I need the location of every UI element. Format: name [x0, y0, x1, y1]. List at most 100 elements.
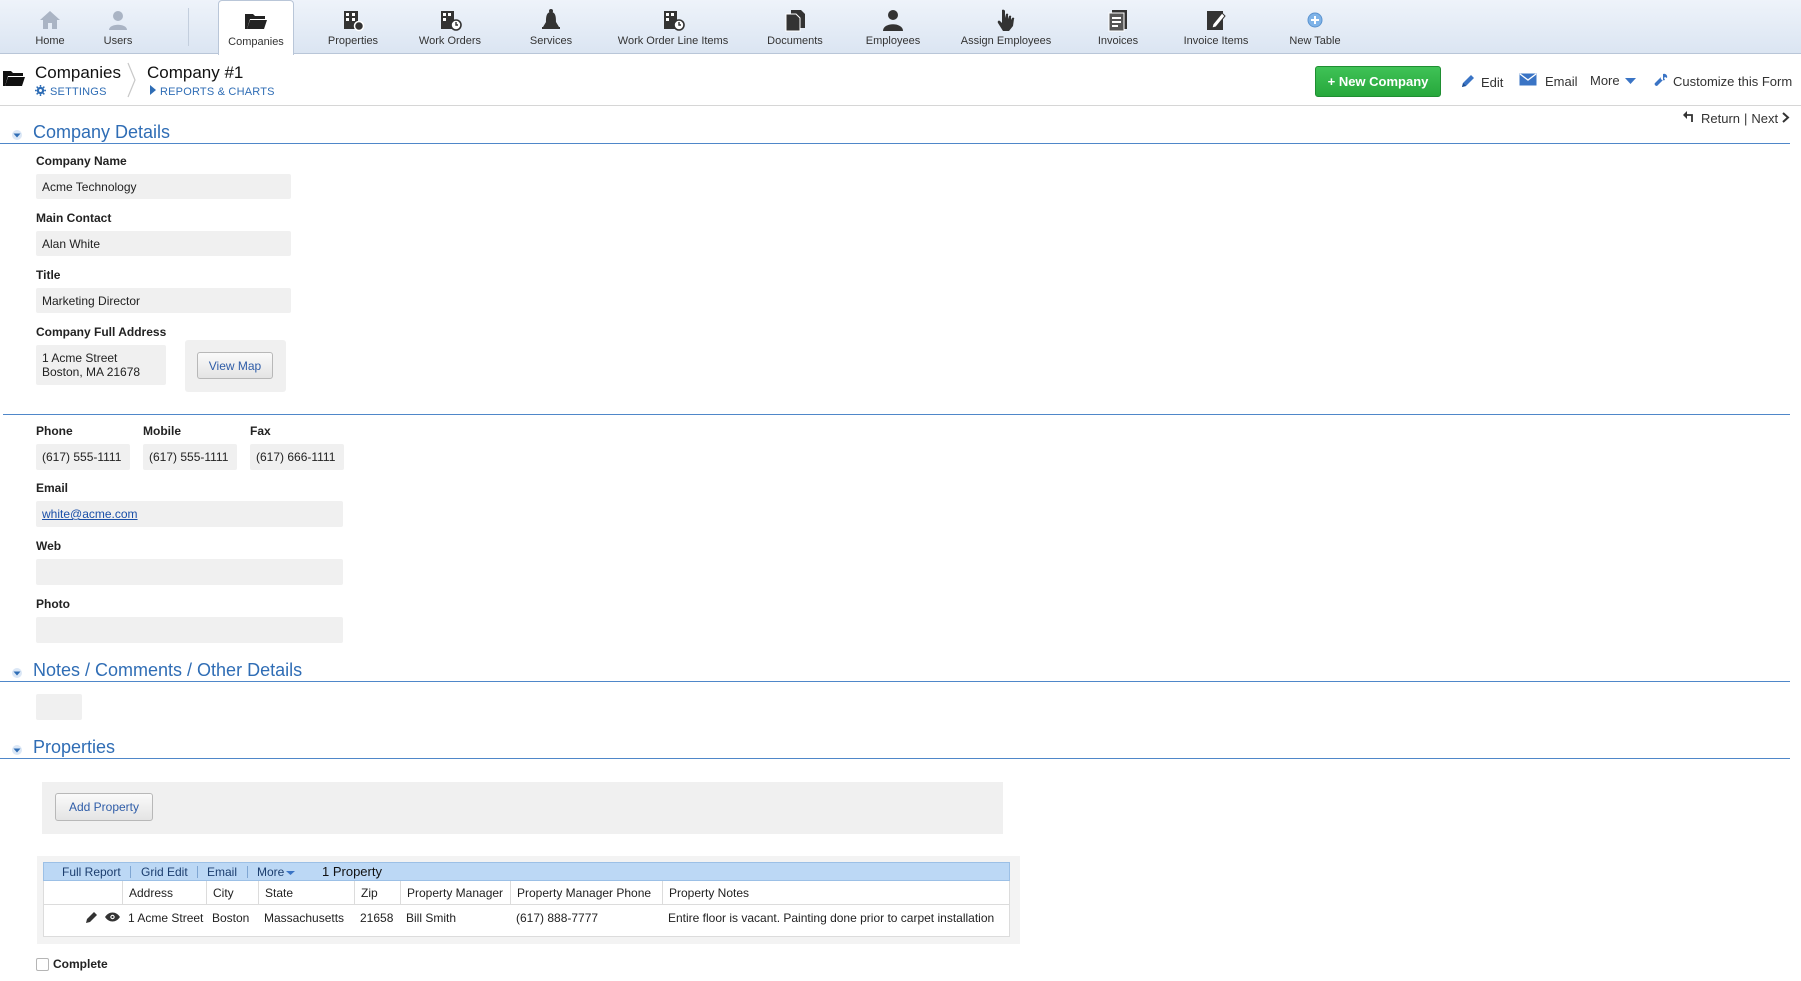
grid-more-menu[interactable]: More	[257, 865, 296, 879]
grid-header-zip[interactable]: Zip	[354, 881, 400, 905]
record-header: Companies SETTINGS Company #1 REPORTS & …	[0, 54, 1801, 106]
building-gear-icon	[339, 7, 367, 33]
table-cell-state: Massachusetts	[264, 911, 345, 925]
section-properties[interactable]: Properties	[0, 736, 1790, 759]
record-count: 1 Property	[322, 864, 382, 879]
section-title: Notes / Comments / Other Details	[33, 660, 303, 680]
table-cell-manager-phone: (617) 888-7777	[516, 911, 599, 925]
properties-grid: Full Report Grid Edit Email More 1 Prope…	[37, 856, 1020, 944]
bell-icon	[537, 7, 565, 33]
collapse-triangle-icon[interactable]	[10, 742, 24, 760]
table-cell-city: Boston	[212, 911, 250, 925]
pencil-icon[interactable]	[85, 910, 99, 927]
complete-checkbox[interactable]	[36, 957, 49, 971]
gear-icon	[35, 85, 46, 99]
nav-new-table[interactable]: New Table	[1288, 0, 1342, 53]
grid-header-state[interactable]: State	[258, 881, 354, 905]
complete-label: Complete	[53, 957, 108, 971]
grid-email-link[interactable]: Email	[207, 865, 237, 879]
notes-field	[36, 694, 82, 720]
invoice-icon	[1104, 7, 1132, 33]
nav-companies[interactable]: Companies	[218, 0, 294, 55]
edit-button[interactable]: Edit	[1460, 73, 1503, 92]
wrench-icon	[1654, 73, 1668, 90]
collapse-triangle-icon[interactable]	[10, 665, 24, 683]
pencil-icon	[1460, 73, 1476, 92]
view-map-button[interactable]: View Map	[197, 352, 273, 379]
nav-separator	[188, 8, 189, 46]
mobile-label: Mobile	[143, 424, 181, 438]
table-name[interactable]: Companies	[35, 63, 121, 83]
nav-work-orders[interactable]: Work Orders	[415, 0, 485, 53]
grid-header-address[interactable]: Address	[122, 881, 206, 905]
grid-header-property-manager[interactable]: Property Manager	[400, 881, 510, 905]
envelope-icon	[1519, 73, 1537, 89]
fax-field: (617) 666-1111	[250, 444, 344, 470]
full-report-link[interactable]: Full Report	[62, 865, 121, 879]
section-divider	[3, 414, 1790, 415]
building-clock-icon	[436, 7, 464, 33]
phone-label: Phone	[36, 424, 73, 438]
toolbar-separator	[130, 866, 131, 878]
grid-table: Address City State Zip Property Manager …	[43, 881, 1010, 937]
add-property-button[interactable]: Add Property	[55, 793, 153, 821]
address-field: 1 Acme Street Boston, MA 21678	[36, 345, 166, 385]
company-name-label: Company Name	[36, 154, 127, 168]
nav-invoice-items[interactable]: Invoice Items	[1183, 0, 1249, 53]
reports-charts-link[interactable]: REPORTS & CHARTS	[149, 85, 275, 98]
new-company-button[interactable]: + New Company	[1315, 66, 1441, 97]
address-label: Company Full Address	[36, 325, 167, 339]
grid-toolbar: Full Report Grid Edit Email More 1 Prope…	[43, 862, 1010, 881]
nav-work-order-line-items[interactable]: Work Order Line Items	[616, 0, 730, 53]
triangle-right-icon	[149, 85, 156, 98]
nav-employees[interactable]: Employees	[864, 0, 922, 53]
grid-header-actions	[44, 881, 122, 905]
add-property-panel	[42, 782, 1003, 834]
hand-pointer-icon	[992, 7, 1020, 33]
table-cell-notes: Entire floor is vacant. Painting done pr…	[668, 911, 995, 925]
documents-icon	[781, 7, 809, 33]
table-row-actions	[79, 905, 120, 931]
photo-label: Photo	[36, 597, 70, 611]
email-label: Email	[36, 481, 69, 495]
mobile-field: (617) 555-1111	[143, 444, 237, 470]
customize-form-link[interactable]: Customize this Form	[1654, 73, 1792, 90]
chevron-down-icon	[286, 865, 296, 879]
company-name-field: Acme Technology	[36, 174, 291, 199]
email-link[interactable]: white@acme.com	[42, 507, 138, 521]
collapse-triangle-icon[interactable]	[10, 127, 24, 145]
person-icon	[879, 7, 907, 33]
email-button[interactable]: Email	[1519, 73, 1578, 89]
more-menu[interactable]: More	[1590, 73, 1636, 88]
nav-users[interactable]: Users	[95, 0, 141, 53]
nav-invoices[interactable]: Invoices	[1093, 0, 1143, 53]
nav-home[interactable]: Home	[22, 0, 78, 53]
nav-services[interactable]: Services	[527, 0, 575, 53]
nav-properties[interactable]: Properties	[322, 0, 384, 53]
nav-documents[interactable]: Documents	[765, 0, 825, 53]
email-field: white@acme.com	[36, 501, 343, 527]
user-icon	[104, 7, 132, 33]
grid-edit-link[interactable]: Grid Edit	[141, 865, 188, 879]
table-cell-zip: 21658	[360, 911, 394, 925]
top-navigation: Home Users Companies Properties Work Ord…	[0, 0, 1801, 55]
section-notes[interactable]: Notes / Comments / Other Details	[0, 659, 1790, 682]
section-title: Company Details	[33, 122, 171, 142]
phone-field: (617) 555-1111	[36, 444, 130, 470]
nav-assign-employees[interactable]: Assign Employees	[958, 0, 1054, 53]
title-field: Marketing Director	[36, 288, 291, 313]
toolbar-separator	[197, 866, 198, 878]
plus-circle-icon	[1301, 7, 1329, 33]
building-clock-icon	[659, 7, 687, 33]
grid-header-city[interactable]: City	[206, 881, 258, 905]
settings-link[interactable]: SETTINGS	[35, 85, 107, 99]
section-company-details[interactable]: Company Details	[0, 121, 1790, 144]
main-contact-field: Alan White	[36, 231, 291, 256]
grid-header-manager-phone[interactable]: Property Manager Phone	[510, 881, 662, 905]
web-field	[36, 559, 343, 585]
eye-icon[interactable]	[105, 911, 120, 925]
breadcrumb-separator-icon	[127, 62, 137, 103]
grid-header-property-notes[interactable]: Property Notes	[662, 881, 1009, 905]
table-cell-address: 1 Acme Street	[128, 911, 204, 925]
table-cell-manager: Bill Smith	[406, 911, 457, 925]
